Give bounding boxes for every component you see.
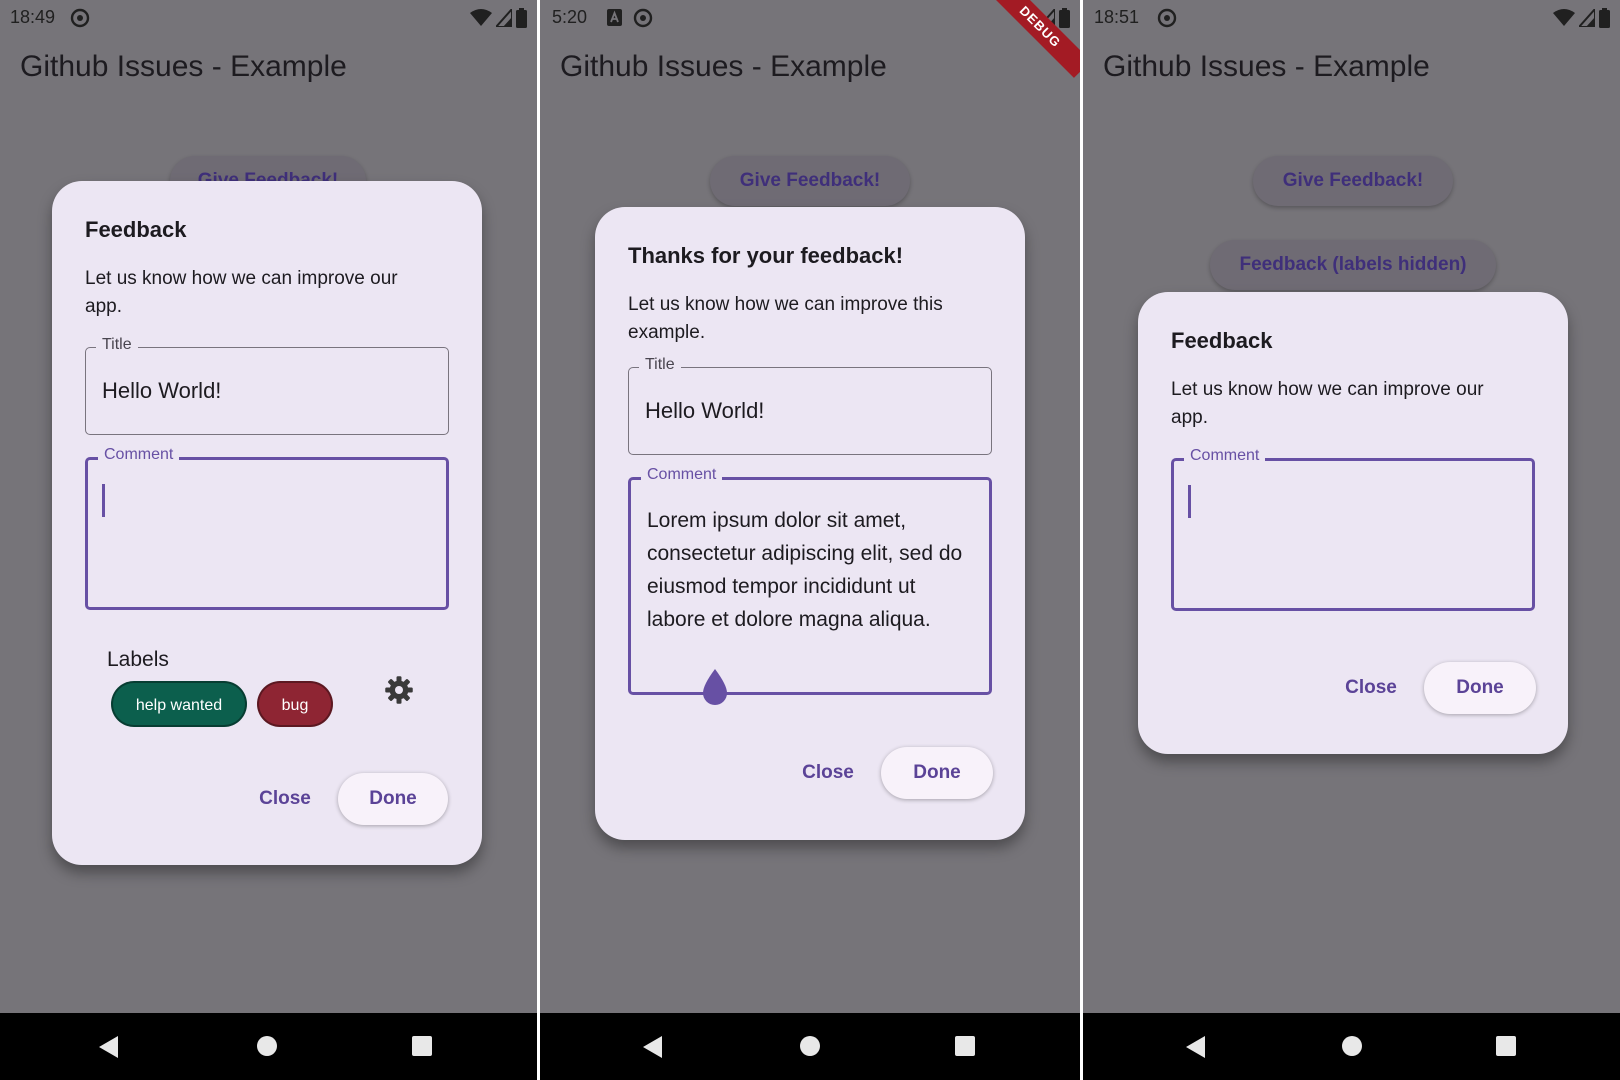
title-field-label: Title [96, 336, 138, 354]
home-icon[interactable] [256, 1035, 278, 1057]
status-bar: 5:20 [540, 0, 1080, 36]
system-icons [1553, 8, 1610, 28]
label-chip-bug[interactable]: bug [257, 681, 333, 727]
recents-icon[interactable] [1495, 1035, 1517, 1057]
feedback-labels-hidden-button[interactable]: Feedback (labels hidden) [1210, 240, 1496, 290]
recents-icon[interactable] [954, 1035, 976, 1057]
phone-screen-3: 18:51 Github Issues - Example Give Feedb… [1083, 0, 1620, 1080]
status-time: 18:51 [1094, 7, 1140, 27]
close-button[interactable]: Close [1328, 662, 1414, 714]
title-field[interactable]: Title Hello World! [628, 356, 992, 455]
text-selection-handle-icon[interactable] [699, 667, 731, 707]
location-off-icon [70, 8, 90, 28]
dialog-description: Let us know how we can improve this exam… [628, 294, 943, 343]
done-button[interactable]: Done [881, 747, 993, 799]
give-feedback-button[interactable]: Give Feedback! [710, 156, 910, 206]
home-icon[interactable] [1341, 1035, 1363, 1057]
title-field-value: Hello World! [102, 378, 222, 403]
dialog-description: Let us know how we can improve our app. [85, 268, 398, 317]
label-chip-help-wanted[interactable]: help wanted [111, 681, 247, 727]
status-time: 18:49 [10, 7, 56, 27]
close-button[interactable]: Close [785, 747, 871, 799]
done-button[interactable]: Done [1424, 662, 1536, 714]
labels-heading: Labels [107, 648, 169, 671]
dialog-title: Feedback [85, 217, 187, 242]
dialog-title: Feedback [1171, 328, 1273, 353]
signal-icon [1579, 9, 1595, 27]
location-off-icon [1157, 8, 1177, 28]
navigation-bar [1083, 1013, 1620, 1080]
dialog-description: Let us know how we can improve our app. [1171, 379, 1484, 428]
battery-icon [1599, 8, 1610, 28]
app-title: Github Issues - Example [20, 50, 347, 83]
feedback-dialog: Feedback Let us know how we can improve … [1138, 292, 1568, 754]
thanks-dialog: Thanks for your feedback! Let us know ho… [595, 207, 1025, 840]
give-feedback-button[interactable]: Give Feedback! [1253, 156, 1453, 206]
comment-field-label: Comment [1184, 447, 1266, 465]
status-bar: 18:49 [0, 0, 537, 36]
system-icons [470, 8, 527, 28]
home-icon[interactable] [799, 1035, 821, 1057]
status-time: 5:20 [552, 7, 588, 27]
title-field-value: Hello World! [645, 398, 765, 423]
status-bar: 18:51 [1083, 0, 1620, 36]
comment-field[interactable]: Comment [1171, 447, 1535, 611]
location-off-icon [633, 8, 653, 28]
comment-field[interactable]: Comment Lorem ipsum dolor sit amet, cons… [628, 466, 992, 695]
phone-screen-1: 18:49 Github Issues - Example Give Feedb… [0, 0, 537, 1080]
gear-icon[interactable] [384, 675, 414, 705]
title-field[interactable]: Title Hello World! [85, 336, 449, 435]
recents-icon[interactable] [411, 1035, 433, 1057]
dialog-title: Thanks for your feedback! [628, 243, 904, 268]
text-cursor [1188, 485, 1191, 518]
back-icon[interactable] [642, 1035, 664, 1059]
battery-icon [516, 8, 527, 28]
navigation-bar [540, 1013, 1080, 1080]
done-button[interactable]: Done [338, 773, 448, 825]
title-field-label: Title [639, 356, 681, 374]
signal-icon [496, 9, 512, 27]
comment-field[interactable]: Comment [85, 446, 449, 610]
comment-field-label: Comment [641, 466, 723, 484]
notification-a-icon [607, 9, 622, 26]
comment-field-value: Lorem ipsum dolor sit amet, consectetur … [647, 509, 963, 631]
text-cursor [102, 484, 105, 517]
feedback-dialog: Feedback Let us know how we can improve … [52, 181, 482, 865]
app-title: Github Issues - Example [560, 50, 887, 83]
app-title: Github Issues - Example [1103, 50, 1430, 83]
back-icon[interactable] [1185, 1035, 1207, 1059]
wifi-icon [1553, 9, 1575, 26]
battery-icon [1059, 8, 1070, 28]
close-button[interactable]: Close [242, 773, 328, 825]
comment-field-label: Comment [98, 446, 180, 464]
back-icon[interactable] [98, 1035, 120, 1059]
phone-screen-2: 5:20 DEBUG Github Issues - Example Give … [540, 0, 1080, 1080]
wifi-icon [470, 9, 492, 26]
navigation-bar [0, 1013, 537, 1080]
